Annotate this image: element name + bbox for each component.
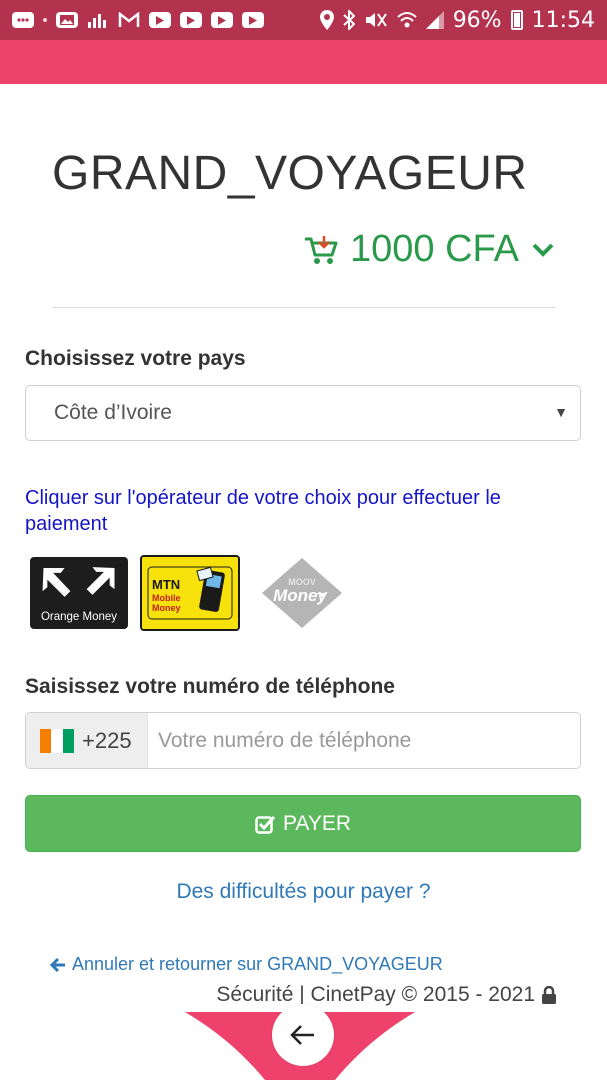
operator-orange-money[interactable]: Orange Money [30, 557, 128, 629]
operator-moov-money[interactable]: MOOV Money [252, 555, 352, 631]
operator-hint: Cliquer sur l'opérateur de votre choix p… [25, 487, 501, 535]
wifi-icon [397, 12, 417, 28]
chevron-down-icon[interactable] [531, 242, 555, 258]
orange-money-logo: Orange Money [32, 559, 126, 627]
mtn-mobile-label: Mobile [152, 593, 181, 603]
operator-mtn-mobile-money[interactable]: MTN Mobile Money [140, 555, 240, 631]
footer-text: Sécurité | CinetPay © 2015 - 2021 [216, 983, 535, 1006]
amount-summary[interactable]: 1000 CFA [304, 228, 555, 271]
orange-money-label: Orange Money [41, 611, 117, 623]
country-select[interactable]: Côte d’Ivoire ▼ [25, 385, 581, 441]
lock-icon [542, 986, 556, 1004]
divider [52, 307, 556, 308]
signal-icon [425, 11, 444, 29]
country-code-selector[interactable]: +225 [26, 713, 148, 768]
youtube-icon [211, 12, 233, 28]
arrow-left-icon [50, 957, 65, 972]
youtube-icon [242, 12, 264, 28]
status-bar: 96% 11:54 [0, 0, 607, 40]
status-bar-system: 96% 11:54 [319, 7, 595, 33]
pay-button-label: PAYER [282, 811, 352, 835]
country-label: Choisissez votre pays [25, 347, 246, 370]
equalizer-icon [88, 14, 106, 28]
footer: Sécurité | CinetPay © 2015 - 2021 [216, 983, 557, 1007]
battery-percent: 96% [452, 7, 502, 33]
image-icon [56, 12, 78, 28]
cart-icon [305, 235, 338, 264]
message-icon [12, 12, 34, 28]
moov-money-label: Money [273, 586, 328, 605]
back-arrow-icon [290, 1025, 314, 1045]
pay-button[interactable]: PAYER [25, 795, 581, 852]
country-selected-value: Côte d’Ivoire [54, 401, 172, 424]
mute-icon [365, 13, 387, 27]
operator-list: Orange Money MTN Mobile Money MOOV Money [30, 555, 352, 631]
country-code: +225 [82, 727, 132, 753]
check-square-icon [255, 815, 275, 834]
dot-icon [43, 18, 47, 22]
phone-field-group: +225 [25, 712, 581, 769]
youtube-icon [149, 12, 171, 28]
cancel-link-label: Annuler et retourner sur GRAND_VOYAGEUR [72, 954, 443, 974]
mtn-mobile-money-logo: MTN Mobile Money [142, 557, 238, 629]
gmail-icon [118, 12, 140, 27]
amount-value: 1000 CFA [350, 228, 519, 270]
back-button[interactable] [272, 1004, 334, 1066]
help-link[interactable]: Des difficultés pour payer ? [0, 880, 607, 904]
mtn-money-label: Money [152, 603, 181, 613]
clock: 11:54 [531, 7, 595, 33]
phone-number-input[interactable] [148, 713, 580, 768]
merchant-name: GRAND_VOYAGEUR [52, 147, 528, 200]
cancel-link[interactable]: Annuler et retourner sur GRAND_VOYAGEUR [50, 954, 443, 975]
status-bar-notifications [12, 12, 264, 28]
bluetooth-icon [343, 10, 355, 30]
ivory-coast-flag-icon [40, 728, 74, 753]
mtn-label: MTN [152, 577, 180, 592]
battery-icon [510, 10, 523, 30]
dropdown-arrow-icon: ▼ [554, 404, 568, 420]
accent-header-bar [0, 40, 607, 84]
moov-money-logo: MOOV Money [262, 558, 342, 628]
location-icon [319, 10, 334, 30]
phone-label: Saisissez votre numéro de téléphone [25, 675, 395, 698]
youtube-icon [180, 12, 202, 28]
